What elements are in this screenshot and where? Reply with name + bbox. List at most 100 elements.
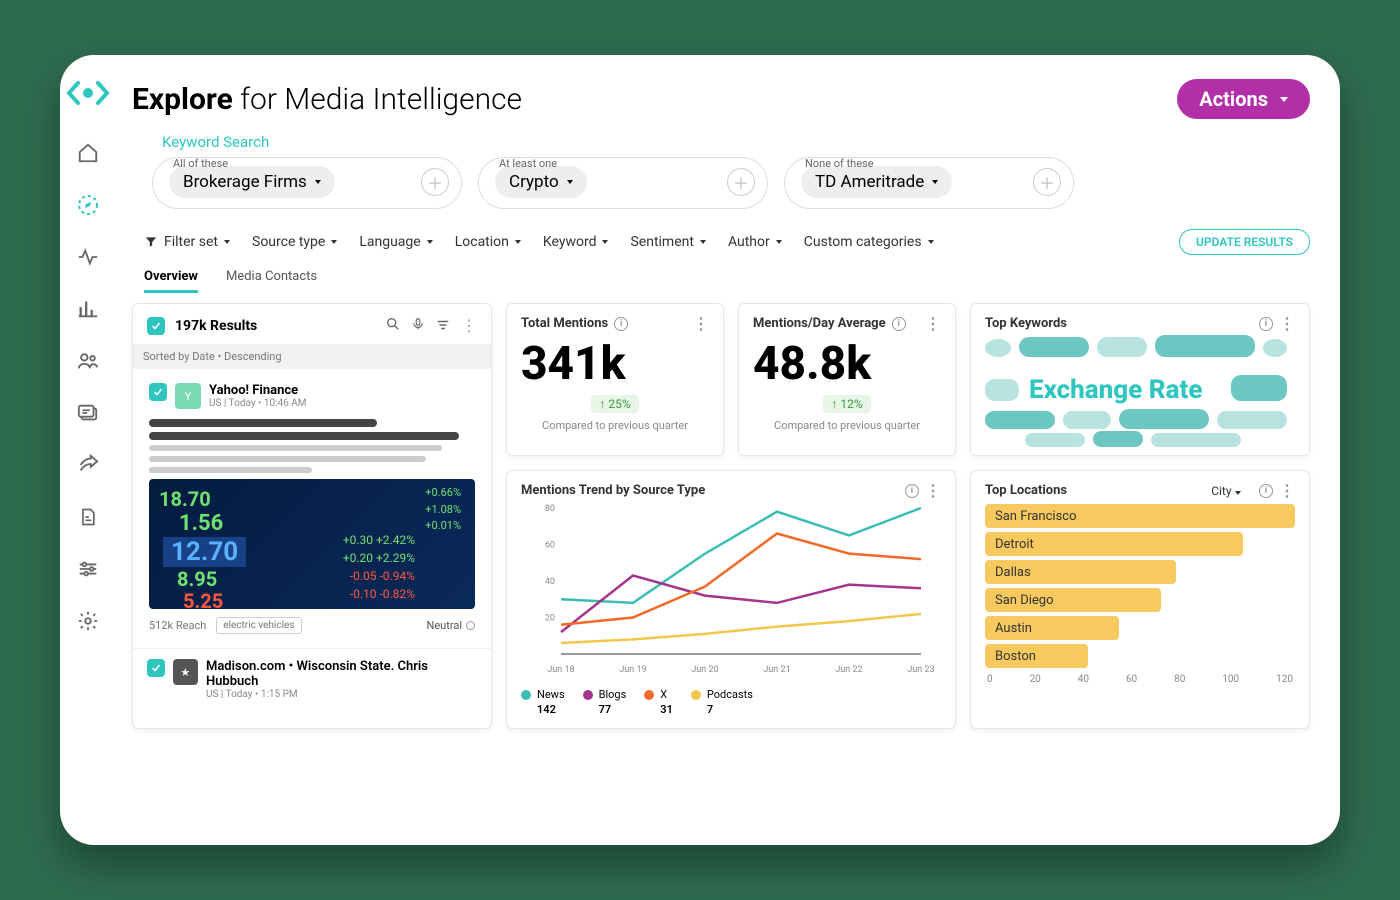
share-icon[interactable] — [76, 453, 100, 477]
results-card: 197k Results ⋮ Sorted by Date • Descendi… — [132, 303, 492, 729]
search-group-any: At least one Crypto ＋ — [478, 157, 768, 209]
info-icon[interactable]: i — [1259, 317, 1273, 331]
article-tag[interactable]: electric vehicles — [216, 617, 301, 634]
select-all-checkbox[interactable] — [147, 317, 165, 335]
sentiment-badge: Neutral — [426, 619, 475, 632]
svg-text:Jun 18: Jun 18 — [547, 665, 574, 675]
tab-overview[interactable]: Overview — [144, 269, 198, 293]
add-keyword-button[interactable]: ＋ — [1033, 168, 1061, 196]
activity-icon[interactable] — [76, 245, 100, 269]
svg-text:Jun 19: Jun 19 — [619, 665, 646, 675]
settings-icon[interactable] — [76, 609, 100, 633]
sidebar — [60, 55, 116, 845]
add-keyword-button[interactable]: ＋ — [421, 168, 449, 196]
svg-text:20: 20 — [545, 614, 555, 624]
keyword-pill[interactable]: Crypto — [495, 166, 587, 198]
analytics-icon[interactable] — [76, 297, 100, 321]
top-keyword: Exchange Rate — [1029, 375, 1202, 405]
svg-text:Jun 22: Jun 22 — [835, 665, 862, 675]
filter-custom[interactable]: Custom categories — [804, 234, 934, 250]
group-label: All of these — [173, 157, 228, 170]
titlebar: Explore for Media Intelligence Actions — [132, 79, 1310, 119]
filter-language[interactable]: Language — [359, 234, 432, 250]
card-title: Top Locations — [985, 483, 1067, 498]
article-source: Yahoo! Finance — [209, 383, 307, 398]
filter-author[interactable]: Author — [728, 234, 782, 250]
keyword-search-row: All of these Brokerage Firms ＋ At least … — [152, 157, 1310, 209]
update-results-button[interactable]: UPDATE RESULTS — [1179, 229, 1310, 255]
card-title: Total Mentions — [521, 316, 608, 331]
card-title: Top Keywords — [985, 316, 1067, 331]
page-title: Explore for Media Intelligence — [132, 82, 522, 117]
tab-media-contacts[interactable]: Media Contacts — [226, 269, 317, 293]
brand-logo — [65, 79, 111, 107]
article-item[interactable]: ★ Madison.com • Wisconsin State. Chris H… — [133, 648, 491, 700]
article-source: Madison.com • Wisconsin State. Chris Hub… — [206, 659, 477, 689]
search-group-all: All of these Brokerage Firms ＋ — [152, 157, 462, 209]
keyword-pill[interactable]: TD Ameritrade — [801, 166, 952, 198]
search-group-none: None of these TD Ameritrade ＋ — [784, 157, 1074, 209]
article-snippet — [149, 419, 475, 473]
filter-set[interactable]: Filter set — [144, 234, 230, 250]
tabs: Overview Media Contacts — [144, 269, 1310, 293]
filter-keyword[interactable]: Keyword — [543, 234, 609, 250]
svg-text:80: 80 — [545, 504, 555, 514]
svg-text:60: 60 — [545, 541, 555, 551]
sort-icon[interactable] — [435, 317, 451, 336]
group-label: None of these — [805, 157, 874, 170]
article-footer: 512k Reach electric vehicles Neutral — [149, 617, 475, 634]
article-thumbnail: 18.70 1.56 12.70 8.95 5.25 +0.66%+1.08%+… — [149, 479, 475, 609]
top-locations-card: Top LocationsCity i⋮ San FranciscoDetroi… — [970, 470, 1310, 729]
mentions-trend-card: Mentions Trend by Source Typei⋮ 20406080… — [506, 470, 956, 729]
compare-label: Compared to previous quarter — [521, 419, 709, 432]
home-icon[interactable] — [76, 141, 100, 165]
section-label: Keyword Search — [162, 133, 1310, 151]
pct-change: ↑ 25% — [591, 395, 638, 413]
metric-value: 48.8k — [753, 337, 941, 391]
results-header: 197k Results ⋮ — [147, 316, 477, 336]
top-keywords-card: Top Keywordsi⋮ Exchange Rat — [970, 303, 1310, 456]
info-icon[interactable]: i — [892, 317, 906, 331]
document-icon[interactable] — [76, 505, 100, 529]
keyword-cloud[interactable]: Exchange Rate — [985, 335, 1295, 443]
dashboard-grid: 197k Results ⋮ Sorted by Date • Descendi… — [132, 303, 1310, 729]
total-mentions-card: Total Mentionsi⋮ 341k ↑ 25% Compared to … — [506, 303, 724, 456]
search-icon[interactable] — [385, 316, 401, 336]
filter-sentiment[interactable]: Sentiment — [630, 234, 705, 250]
article-checkbox[interactable] — [147, 659, 165, 677]
main-panel: Explore for Media Intelligence Actions K… — [116, 55, 1340, 845]
article-item[interactable]: Y Yahoo! Finance US | Today • 10:46 AM — [147, 379, 477, 638]
info-icon[interactable]: i — [1259, 484, 1273, 498]
article-checkbox[interactable] — [149, 383, 167, 401]
app-window: Explore for Media Intelligence Actions K… — [60, 55, 1340, 845]
location-axis: 020406080100120 — [985, 674, 1295, 685]
filter-source-type[interactable]: Source type — [252, 234, 337, 250]
explore-icon[interactable] — [76, 193, 100, 217]
location-bars[interactable]: San FranciscoDetroitDallasSan DiegoAusti… — [985, 504, 1295, 668]
source-badge: ★ — [173, 659, 198, 685]
location-grouping-dropdown[interactable]: City — [1211, 484, 1240, 498]
filter-location[interactable]: Location — [455, 234, 521, 250]
actions-button[interactable]: Actions — [1177, 79, 1310, 119]
mic-icon[interactable] — [411, 316, 425, 336]
svg-text:Jun 21: Jun 21 — [763, 665, 790, 675]
info-icon[interactable]: i — [905, 484, 919, 498]
sort-indicator: Sorted by Date • Descending — [133, 344, 491, 369]
source-badge: Y — [175, 383, 201, 409]
trend-legend: News142Blogs77X31Podcasts7 — [521, 688, 941, 716]
metric-value: 341k — [521, 337, 709, 391]
results-count: 197k Results — [175, 318, 257, 334]
compare-label: Compared to previous quarter — [753, 419, 941, 432]
avg-mentions-card: Mentions/Day Averagei⋮ 48.8k ↑ 12% Compa… — [738, 303, 956, 456]
group-label: At least one — [499, 157, 557, 170]
contacts-icon[interactable] — [76, 349, 100, 373]
info-icon[interactable]: i — [614, 317, 628, 331]
svg-text:40: 40 — [545, 577, 555, 587]
filter-row: Filter set Source type Language Location… — [144, 229, 1310, 255]
card-title: Mentions Trend by Source Type — [521, 483, 705, 498]
add-keyword-button[interactable]: ＋ — [727, 168, 755, 196]
sliders-icon[interactable] — [76, 557, 100, 581]
keyword-pill[interactable]: Brokerage Firms — [169, 166, 335, 198]
messages-icon[interactable] — [76, 401, 100, 425]
trend-chart[interactable]: 20406080Jun 18Jun 19Jun 20Jun 21Jun 22Ju… — [521, 498, 941, 678]
